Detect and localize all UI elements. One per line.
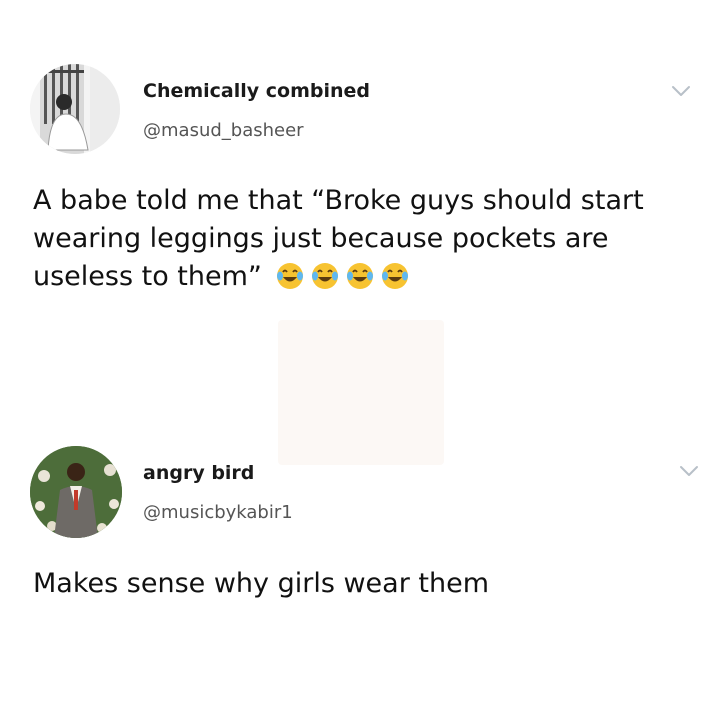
display-name[interactable]: angry bird [143,462,254,484]
avatar[interactable] [30,64,120,154]
user-handle[interactable]: @musicbykabir1 [143,502,293,523]
face-with-tears-of-joy-icon [311,263,338,289]
user-handle[interactable]: @masud_basheer [143,120,304,141]
tweet-text: A babe told me that “Broke guys should s… [33,182,693,296]
emoji-row [275,261,410,291]
tweet: Chemically combined @masud_basheer A bab… [0,0,720,430]
tweet-text: Makes sense why girls wear them [33,568,490,599]
avatar-photo [30,446,122,538]
face-with-tears-of-joy-icon [346,263,373,289]
avatar[interactable] [30,446,122,538]
tweet: angry bird @musicbykabir1 Makes sense wh… [0,430,720,720]
chevron-down-icon[interactable] [678,460,700,482]
chevron-down-icon[interactable] [670,80,692,102]
face-with-tears-of-joy-icon [381,263,408,289]
display-name[interactable]: Chemically combined [143,80,370,102]
avatar-photo [30,64,120,154]
face-with-tears-of-joy-icon [276,263,303,289]
